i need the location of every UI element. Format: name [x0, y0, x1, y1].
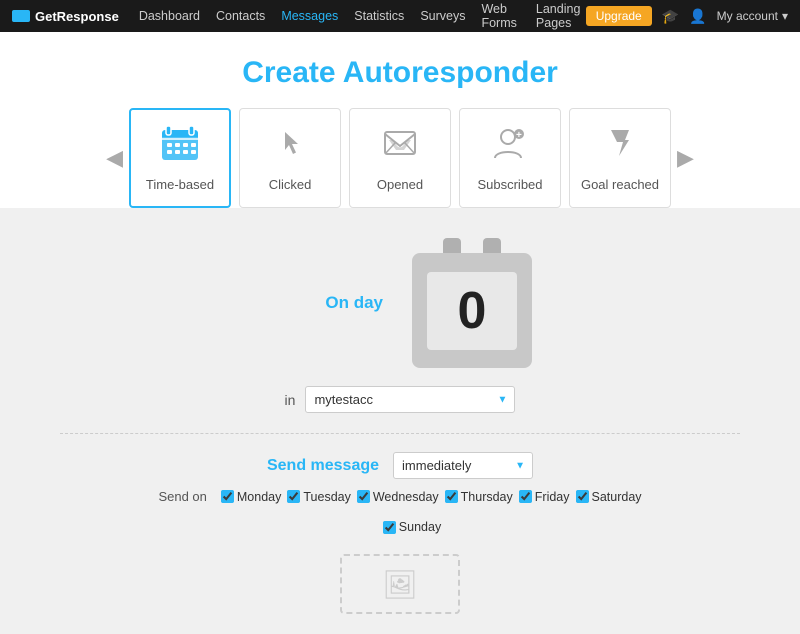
in-label: in	[285, 392, 296, 408]
type-card-time-based[interactable]: Time-based	[129, 108, 231, 208]
tuesday-checkbox[interactable]	[287, 490, 300, 503]
svg-text:+: +	[516, 130, 522, 141]
clicked-label: Clicked	[269, 177, 312, 192]
type-card-opened[interactable]: Opened	[349, 108, 451, 208]
goal-reached-label: Goal reached	[581, 177, 659, 192]
day-calendar: 0	[407, 238, 537, 368]
saturday-checkbox[interactable]	[576, 490, 589, 503]
day-value: 0	[458, 281, 487, 341]
nav-statistics[interactable]: Statistics	[354, 9, 404, 23]
nav-landing-pages[interactable]: Landing Pages	[536, 2, 586, 30]
opened-icon	[381, 124, 419, 171]
main-menu: Dashboard Contacts Messages Statistics S…	[139, 2, 586, 30]
logo: GetResponse	[12, 9, 119, 24]
type-card-clicked[interactable]: Clicked	[239, 108, 341, 208]
form-area: On day 0 in mytestacc Send message	[0, 208, 800, 634]
prev-arrow[interactable]: ◀	[100, 145, 129, 171]
in-row: in mytestacc	[0, 386, 800, 413]
friday-checkbox[interactable]	[519, 490, 532, 503]
type-card-goal-reached[interactable]: Goal reached	[569, 108, 671, 208]
in-select-wrapper: mytestacc	[305, 386, 515, 413]
user-icon: 👤	[689, 8, 706, 25]
day-thursday[interactable]: Thursday	[445, 490, 513, 504]
opened-label: Opened	[377, 177, 423, 192]
on-day-label: On day	[263, 293, 383, 313]
image-placeholder-icon: 🖼	[382, 568, 418, 601]
upgrade-button[interactable]: Upgrade	[586, 6, 652, 26]
nav-messages[interactable]: Messages	[281, 9, 338, 23]
account-label: My account	[717, 9, 778, 23]
nav-webforms[interactable]: Web Forms	[481, 2, 519, 30]
day-friday[interactable]: Friday	[519, 490, 570, 504]
logo-text: GetResponse	[35, 9, 119, 24]
day-monday[interactable]: Monday	[221, 490, 281, 504]
nav-contacts[interactable]: Contacts	[216, 9, 265, 23]
send-on-label: Send on	[158, 489, 206, 504]
cal-body: 0	[412, 253, 532, 368]
nav-dashboard[interactable]: Dashboard	[139, 9, 200, 23]
top-right-actions: Upgrade 🎓 👤 My account ▾	[586, 6, 788, 26]
type-selector-area: ◀ Time-bas	[0, 108, 800, 208]
send-message-row: Send message immediately at specific tim…	[0, 452, 800, 479]
day-wednesday[interactable]: Wednesday	[357, 490, 439, 504]
cal-inner: 0	[427, 272, 517, 350]
top-navigation: GetResponse Dashboard Contacts Messages …	[0, 0, 800, 32]
time-based-icon	[160, 124, 200, 171]
in-select[interactable]: mytestacc	[305, 386, 515, 413]
send-message-label: Send message	[267, 457, 379, 475]
send-on-row-2: Sunday	[0, 520, 800, 534]
thursday-checkbox[interactable]	[445, 490, 458, 503]
on-day-row: On day 0	[0, 238, 800, 368]
time-based-label: Time-based	[146, 177, 214, 192]
next-arrow[interactable]: ▶	[671, 145, 700, 171]
clicked-icon	[271, 124, 309, 171]
message-placeholder: 🖼	[340, 554, 460, 614]
sunday-checkbox[interactable]	[383, 521, 396, 534]
section-divider	[60, 433, 740, 434]
page-header: Create Autoresponder	[0, 32, 800, 108]
day-sunday[interactable]: Sunday	[383, 520, 441, 534]
type-selector: Time-based Clicked Opened	[129, 108, 671, 208]
goal-reached-icon	[601, 124, 639, 171]
nav-surveys[interactable]: Surveys	[420, 9, 465, 23]
logo-icon	[12, 10, 30, 22]
subscribed-icon: +	[491, 124, 529, 171]
send-message-select-wrapper: immediately at specific time	[393, 452, 533, 479]
subscribed-label: Subscribed	[477, 177, 542, 192]
chevron-down-icon: ▾	[782, 9, 788, 23]
page-title: Create Autoresponder	[0, 56, 800, 90]
type-card-subscribed[interactable]: + Subscribed	[459, 108, 561, 208]
send-on-row: Send on Monday Tuesday Wednesday Thursda…	[0, 489, 800, 504]
day-tuesday[interactable]: Tuesday	[287, 490, 350, 504]
graduation-icon: 🎓	[662, 8, 679, 25]
account-menu[interactable]: My account ▾	[717, 9, 788, 23]
wednesday-checkbox[interactable]	[357, 490, 370, 503]
monday-checkbox[interactable]	[221, 490, 234, 503]
send-message-select[interactable]: immediately at specific time	[393, 452, 533, 479]
day-saturday[interactable]: Saturday	[576, 490, 642, 504]
